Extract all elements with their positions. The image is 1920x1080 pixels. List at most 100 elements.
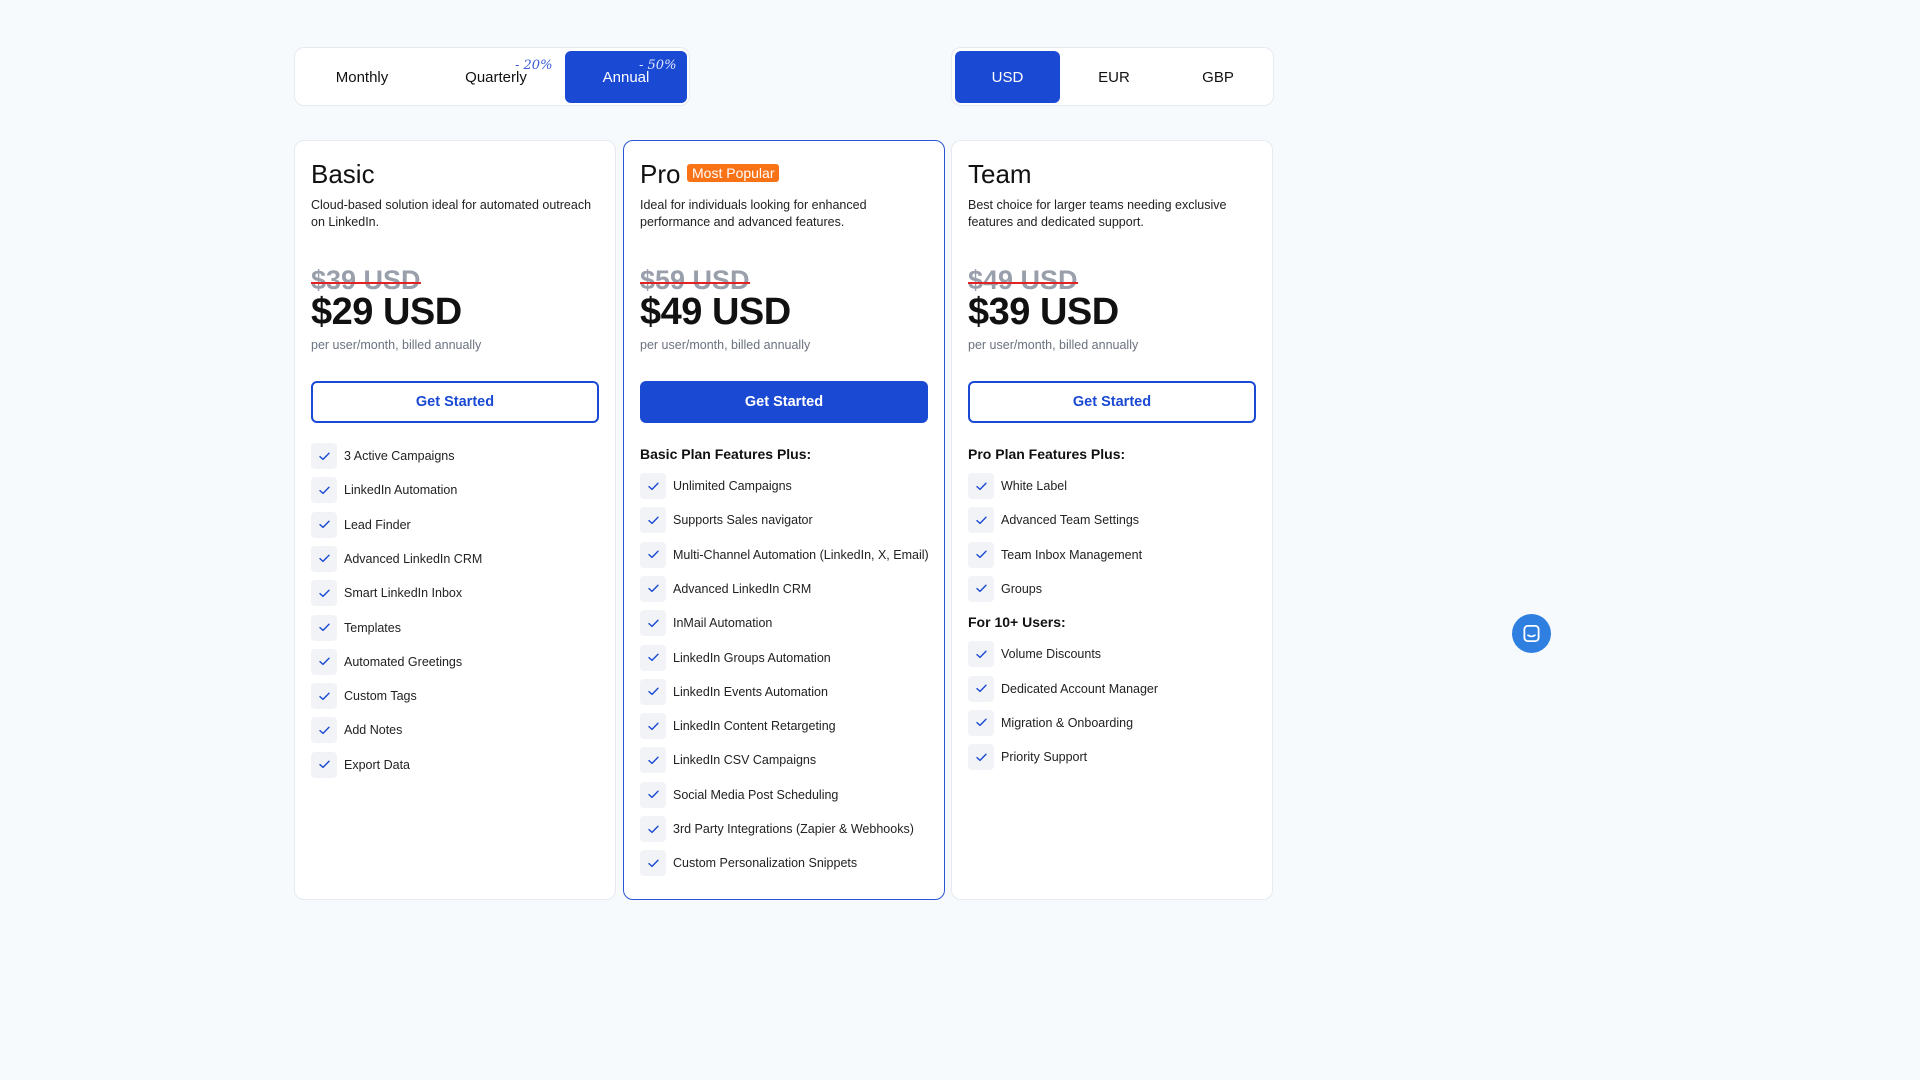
check-icon [311,545,337,572]
feature-item: Team Inbox Management [968,541,1143,568]
strikethrough-line [640,282,750,284]
check-icon [640,507,666,534]
check-icon [640,747,666,774]
billing-option-quarterly[interactable]: Quarterly - 20% [429,51,563,103]
feature-item: Unlimited Campaigns [640,473,792,499]
page-heading-fragment [0,0,1568,4]
check-icon [311,511,337,538]
feature-item: Smart LinkedIn Inbox [311,580,463,607]
get-started-button-pro[interactable]: Get Started [640,381,928,423]
feature-item: Templates [311,614,401,641]
chat-icon [1522,624,1541,643]
billing-note: per user/month, billed annually [311,338,482,352]
check-icon [311,477,337,504]
feature-section-heading: For 10+ Users: [968,614,1066,631]
check-icon [640,678,666,705]
billing-option-annual[interactable]: Annual - 50% [565,51,687,103]
check-icon [640,575,666,602]
feature-label: Advanced LinkedIn CRM [673,581,812,596]
plan-card-team: Team Best choice for larger teams needin… [951,140,1273,900]
strikethrough-line [968,282,1078,284]
currency-toggle: USD EUR GBP [951,47,1274,106]
feature-item: InMail Automation [640,610,772,637]
check-icon [640,473,666,499]
most-popular-badge: Most Popular [687,164,780,182]
feature-label: Groups [1001,581,1042,596]
currency-option-eur[interactable]: EUR [1062,51,1166,103]
check-icon [311,717,337,744]
chat-launcher-button[interactable] [1512,614,1551,653]
feature-label: 3 Active Campaigns [344,449,455,463]
feature-item: Custom Personalization Snippets [640,850,857,877]
check-icon [311,580,337,607]
check-icon [968,541,994,568]
plan-name: Team [968,159,1032,189]
feature-label: Unlimited Campaigns [673,479,792,493]
current-price: $49 USD [640,291,791,333]
check-icon [311,614,337,641]
feature-item: Automated Greetings [311,648,462,675]
currency-option-usd[interactable]: USD [955,51,1060,103]
check-icon [640,713,666,740]
feature-label: White Label [1001,479,1068,493]
check-icon [968,675,994,702]
feature-section-heading: Pro Plan Features Plus: [968,446,1126,462]
feature-item: Advanced LinkedIn CRM [640,575,812,602]
feature-label: Migration & Onboarding [1001,715,1134,730]
plan-description: Cloud-based solution ideal for automated… [311,198,592,229]
feature-item: Export Data [311,751,411,778]
get-started-button-basic[interactable]: Get Started [311,381,599,423]
feature-label: Social Media Post Scheduling [673,787,839,802]
feature-item: LinkedIn Content Retargeting [640,713,836,740]
feature-item: LinkedIn Automation [311,477,458,504]
feature-label: Supports Sales navigator [673,513,813,528]
feature-item: Dedicated Account Manager [968,675,1158,702]
plan-description: Ideal for individuals looking for enhanc… [640,198,867,229]
check-icon [311,648,337,675]
annual-discount-label: - 50% [639,58,677,73]
check-icon [968,575,994,602]
current-price: $29 USD [311,291,462,333]
get-started-button-team[interactable]: Get Started [968,381,1256,423]
feature-item: 3rd Party Integrations (Zapier & Webhook… [640,816,914,842]
feature-label: Team Inbox Management [1001,547,1143,562]
billing-note: per user/month, billed annually [640,338,811,352]
feature-item: LinkedIn Events Automation [640,678,828,705]
check-icon [968,473,994,499]
plan-description: Best choice for larger teams needing exc… [968,198,1227,229]
feature-item: Priority Support [968,744,1087,771]
billing-option-monthly[interactable]: Monthly [298,51,426,103]
plan-card-basic: Basic Cloud-based solution ideal for aut… [294,140,616,900]
check-icon [640,850,666,877]
check-icon [968,507,994,534]
feature-item: Custom Tags [311,683,417,710]
feature-label: Smart LinkedIn Inbox [344,586,463,601]
check-icon [968,641,994,668]
feature-label: LinkedIn Groups Automation [673,650,831,665]
feature-item: LinkedIn CSV Campaigns [640,747,817,774]
check-icon [640,644,666,671]
feature-item: Advanced Team Settings [968,507,1140,534]
check-icon [311,683,337,710]
check-icon [311,443,337,469]
check-icon [640,541,666,568]
feature-item: Migration & Onboarding [968,709,1134,736]
feature-section-heading: Basic Plan Features Plus: [640,446,812,462]
feature-label: Multi-Channel Automation (LinkedIn, X, E… [673,547,929,562]
feature-label: Advanced Team Settings [1001,513,1140,528]
feature-label: LinkedIn Automation [344,483,458,498]
check-icon [640,816,666,842]
feature-label: LinkedIn Events Automation [673,684,828,699]
plan-card-pro: Pro Most Popular Ideal for individuals l… [623,140,945,900]
currency-option-gbp[interactable]: GBP [1166,51,1270,103]
feature-item: Advanced LinkedIn CRM [311,545,482,572]
feature-label: LinkedIn CSV Campaigns [673,753,817,768]
check-icon [968,709,994,736]
feature-item: Groups [968,575,1042,602]
feature-item: LinkedIn Groups Automation [640,644,831,671]
feature-item: Volume Discounts [968,641,1101,668]
feature-label: Templates [344,620,401,635]
feature-label: Export Data [344,757,411,772]
plan-name: Pro [640,159,681,189]
feature-item: 3 Active Campaigns [311,443,454,469]
